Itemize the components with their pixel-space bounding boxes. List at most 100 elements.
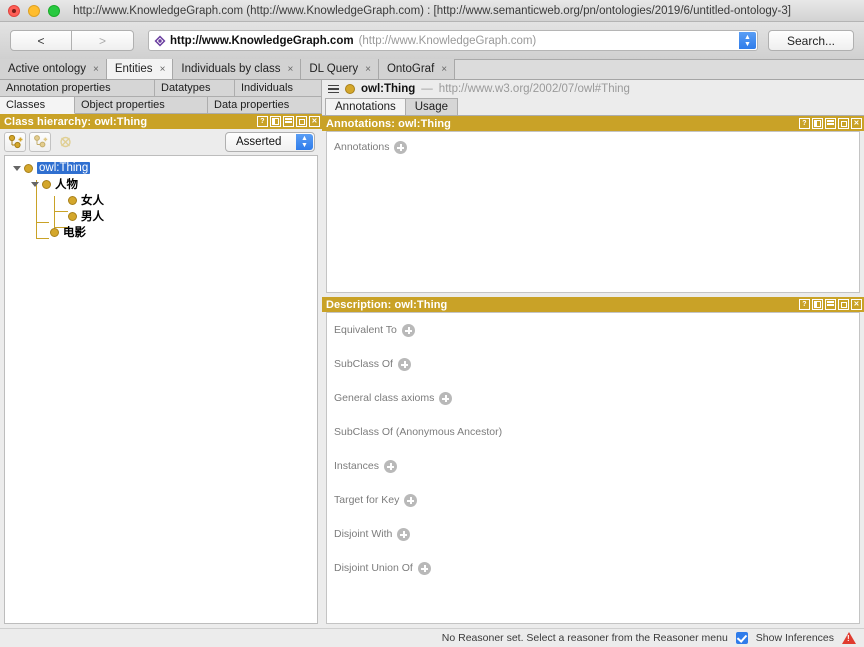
add-instance-button[interactable] bbox=[383, 459, 397, 473]
close-icon[interactable]: ✕ bbox=[309, 116, 320, 127]
navigation-bar: < > http://www.KnowledgeGraph.com (http:… bbox=[0, 22, 864, 60]
entity-header: owl:Thing — http://www.w3.org/2002/07/ow… bbox=[322, 80, 864, 98]
close-icon[interactable]: ✕ bbox=[851, 118, 862, 129]
annotations-header: Annotations: owl:Thing ? ✕ bbox=[322, 116, 864, 131]
tree-node-owl-thing[interactable]: owl:Thing bbox=[5, 160, 317, 176]
description-row-instances: Instances bbox=[327, 449, 859, 483]
row-label: SubClass Of bbox=[334, 358, 393, 370]
row-label: Target for Key bbox=[334, 494, 400, 506]
chevron-updown-icon[interactable]: ▲ ▼ bbox=[296, 134, 313, 150]
search-button[interactable]: Search... bbox=[768, 30, 854, 51]
tab-dl-query[interactable]: DL Query × bbox=[301, 59, 379, 79]
add-annotation-button[interactable] bbox=[394, 140, 408, 154]
add-subclass-icon[interactable] bbox=[4, 132, 26, 152]
delete-class-icon[interactable] bbox=[54, 132, 76, 152]
panel-header-buttons: ? ✕ bbox=[799, 299, 862, 310]
maximize-icon[interactable] bbox=[838, 118, 849, 129]
subtab-datatypes[interactable]: Datatypes bbox=[155, 80, 235, 97]
minimize-button[interactable] bbox=[28, 4, 40, 17]
class-hierarchy-header: Class hierarchy: owl:Thing ? ✕ bbox=[0, 114, 322, 129]
tab-usage[interactable]: Usage bbox=[404, 98, 458, 115]
subtab-classes[interactable]: Classes bbox=[0, 97, 75, 114]
chevron-down-icon[interactable] bbox=[31, 181, 39, 187]
description-body: Equivalent To SubClass Of General class … bbox=[326, 312, 860, 624]
maximize-icon[interactable] bbox=[296, 116, 307, 127]
close-icon[interactable]: × bbox=[441, 64, 447, 75]
close-icon[interactable]: × bbox=[287, 64, 293, 75]
tab-label: OntoGraf bbox=[386, 63, 435, 75]
tree-node-label: 女人 bbox=[81, 195, 104, 207]
subtab-annotation-properties[interactable]: Annotation properties bbox=[0, 80, 155, 97]
description-row-equivalent-to: Equivalent To bbox=[327, 313, 859, 347]
hamburger-menu-icon[interactable] bbox=[328, 84, 339, 94]
add-sibling-class-icon[interactable] bbox=[29, 132, 51, 152]
tab-label: Individuals by class bbox=[181, 63, 281, 75]
add-target-for-key-button[interactable] bbox=[404, 493, 418, 507]
warning-triangle-icon[interactable] bbox=[842, 632, 856, 644]
description-row-disjoint-union-of: Disjoint Union Of bbox=[327, 551, 859, 585]
close-button[interactable] bbox=[8, 4, 20, 17]
help-icon[interactable]: ? bbox=[799, 299, 810, 310]
subtab-label: Classes bbox=[6, 99, 46, 111]
tab-active-ontology[interactable]: Active ontology × bbox=[0, 59, 107, 79]
tree-node-person[interactable]: 人物 bbox=[5, 176, 317, 192]
tab-annotations[interactable]: Annotations bbox=[325, 98, 406, 115]
tab-entities[interactable]: Entities × bbox=[106, 59, 174, 79]
zoom-button[interactable] bbox=[48, 4, 60, 17]
row-label: Annotations bbox=[334, 141, 390, 153]
ontology-iri-secondary: (http://www.KnowledgeGraph.com) bbox=[358, 34, 537, 47]
help-icon[interactable]: ? bbox=[257, 116, 268, 127]
description-row-subclass-of: SubClass Of bbox=[327, 347, 859, 381]
help-icon[interactable]: ? bbox=[799, 118, 810, 129]
tree-node-movie[interactable]: 电影 bbox=[5, 224, 317, 240]
minimize-icon[interactable] bbox=[825, 118, 836, 129]
show-inferences-checkbox[interactable] bbox=[735, 632, 748, 644]
status-bar: No Reasoner set. Select a reasoner from … bbox=[0, 628, 864, 647]
subtab-data-properties[interactable]: Data properties bbox=[208, 97, 322, 114]
add-equivalent-to-button[interactable] bbox=[401, 323, 415, 337]
minimize-icon[interactable] bbox=[825, 299, 836, 310]
close-icon[interactable]: × bbox=[93, 64, 99, 75]
iri-stepper[interactable]: ▲ ▼ bbox=[739, 32, 756, 49]
back-button[interactable]: < bbox=[10, 30, 72, 51]
add-general-class-axiom-button[interactable] bbox=[439, 391, 453, 405]
tab-label: Usage bbox=[414, 101, 448, 113]
class-dot-icon bbox=[50, 227, 59, 237]
reasoner-mode-select[interactable]: Asserted ▲ ▼ bbox=[225, 132, 315, 152]
annotations-section: Annotations: owl:Thing ? ✕ Annotations bbox=[322, 116, 864, 297]
add-disjoint-union-of-button[interactable] bbox=[417, 561, 431, 575]
close-icon[interactable]: × bbox=[365, 64, 371, 75]
maximize-icon[interactable] bbox=[838, 299, 849, 310]
row-label: SubClass Of (Anonymous Ancestor) bbox=[334, 426, 503, 438]
left-panel: Annotation properties Datatypes Individu… bbox=[0, 80, 322, 628]
annotations-body: Annotations bbox=[326, 131, 860, 293]
add-subclass-of-button[interactable] bbox=[397, 357, 411, 371]
tree-node-label: 人物 bbox=[55, 179, 78, 191]
class-dot-icon bbox=[345, 84, 355, 94]
row-label: Equivalent To bbox=[334, 324, 397, 336]
close-icon[interactable]: ✕ bbox=[851, 299, 862, 310]
reasoner-status-message: No Reasoner set. Select a reasoner from … bbox=[441, 632, 728, 644]
split-pane-icon[interactable] bbox=[812, 118, 823, 129]
minimize-icon[interactable] bbox=[283, 116, 294, 127]
split-pane-icon[interactable] bbox=[270, 116, 281, 127]
split-pane-icon[interactable] bbox=[812, 299, 823, 310]
add-disjoint-with-button[interactable] bbox=[397, 527, 411, 541]
tree-node-woman[interactable]: 女人 bbox=[5, 192, 317, 208]
ontology-iri-input[interactable]: http://www.KnowledgeGraph.com (http://ww… bbox=[148, 30, 758, 51]
entity-uri: http://www.w3.org/2002/07/owl#Thing bbox=[438, 83, 630, 95]
close-icon[interactable]: × bbox=[160, 64, 166, 75]
tab-ontograf[interactable]: OntoGraf × bbox=[378, 59, 456, 79]
forward-button[interactable]: > bbox=[72, 30, 134, 51]
main-content: Annotation properties Datatypes Individu… bbox=[0, 80, 864, 628]
subtab-object-properties[interactable]: Object properties bbox=[75, 97, 208, 114]
subtab-individuals[interactable]: Individuals bbox=[235, 80, 322, 97]
chevron-down-icon[interactable] bbox=[13, 165, 21, 171]
tab-individuals-by-class[interactable]: Individuals by class × bbox=[173, 59, 302, 79]
tree-node-man[interactable]: 男人 bbox=[5, 208, 317, 224]
tab-label: DL Query bbox=[309, 63, 359, 75]
class-hierarchy-tree[interactable]: owl:Thing 人物 女人 男人 电影 bbox=[4, 155, 318, 624]
reasoner-mode-value: Asserted bbox=[236, 136, 282, 148]
show-inferences-label: Show Inferences bbox=[755, 632, 834, 644]
description-row-subclass-of-anonymous-ancestor: SubClass Of (Anonymous Ancestor) bbox=[327, 415, 859, 449]
